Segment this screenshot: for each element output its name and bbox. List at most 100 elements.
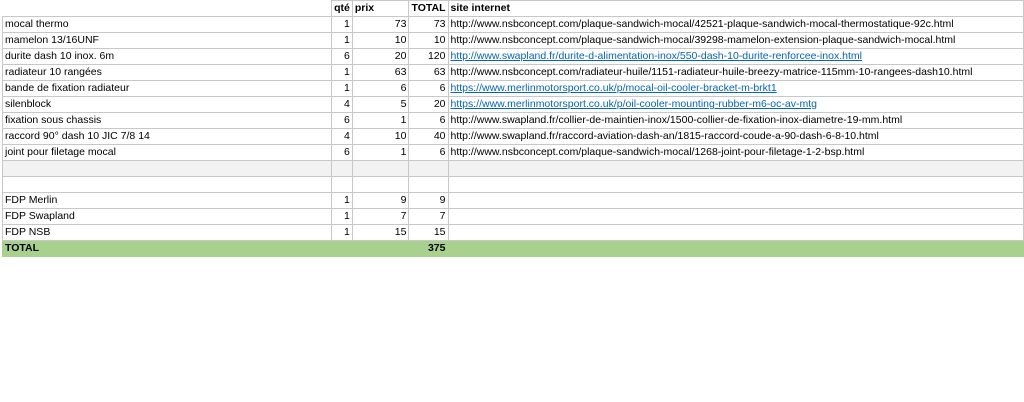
item-name-cell[interactable]: fixation sous chassis xyxy=(1,112,333,129)
empty-cell[interactable] xyxy=(351,240,410,257)
item-name-cell[interactable]: mamelon 13/16UNF xyxy=(1,32,333,49)
empty-cell[interactable] xyxy=(351,160,410,177)
table-row: raccord 90° dash 10 JIC 7/8 14 4 10 40 http:… xyxy=(1,128,1024,145)
qte-cell[interactable]: 1 xyxy=(331,80,353,97)
total-cell[interactable]: 120 xyxy=(408,48,449,65)
prix-cell[interactable]: 10 xyxy=(351,128,410,145)
prix-cell[interactable]: 5 xyxy=(351,96,410,113)
prix-cell[interactable]: 6 xyxy=(351,80,410,97)
separator-row xyxy=(1,160,1024,177)
qte-cell[interactable]: 1 xyxy=(331,224,353,241)
site-cell[interactable] xyxy=(447,224,1024,241)
qte-cell[interactable]: 1 xyxy=(331,32,353,49)
site-cell[interactable]: http://www.nsbconcept.com/plaque-sandwic… xyxy=(447,16,1024,33)
total-cell[interactable]: 9 xyxy=(408,192,449,209)
qte-cell[interactable]: 6 xyxy=(331,144,353,161)
table-row: fixation sous chassis 6 1 6 http://www.swapl… xyxy=(1,112,1024,129)
empty-cell[interactable] xyxy=(408,176,449,193)
table-row: silenblock 4 5 20 https://www.merlinmotorspo… xyxy=(1,96,1024,113)
total-cell[interactable]: 40 xyxy=(408,128,449,145)
item-name-cell[interactable]: raccord 90° dash 10 JIC 7/8 14 xyxy=(1,128,333,145)
header-cell-prix[interactable]: prix xyxy=(351,0,410,17)
total-cell[interactable]: 6 xyxy=(408,80,449,97)
total-cell[interactable]: 73 xyxy=(408,16,449,33)
grand-total-value[interactable]: 375 xyxy=(408,240,449,257)
header-cell-total[interactable]: TOTAL xyxy=(408,0,449,17)
shipping-name-cell[interactable]: FDP NSB xyxy=(1,224,333,241)
total-cell[interactable]: 15 xyxy=(408,224,449,241)
header-cell-name[interactable] xyxy=(2,0,333,17)
empty-cell[interactable] xyxy=(351,176,410,193)
empty-cell[interactable] xyxy=(447,176,1024,193)
table-row: bande de fixation radiateur 1 6 6 https://ww… xyxy=(1,80,1024,97)
total-cell[interactable]: 20 xyxy=(408,96,449,113)
header-cell-site[interactable]: site internet xyxy=(447,0,1024,17)
prix-cell[interactable]: 73 xyxy=(351,16,410,33)
qte-cell[interactable]: 1 xyxy=(331,64,353,81)
site-cell[interactable]: http://www.nsbconcept.com/plaque-sandwic… xyxy=(447,144,1024,161)
total-cell[interactable]: 6 xyxy=(408,112,449,129)
shipping-name-cell[interactable]: FDP Swapland xyxy=(1,208,333,225)
site-link[interactable]: https://www.merlinmotorsport.co.uk/p/oil… xyxy=(451,98,817,110)
table-row: durite dash 10 inox. 6m 6 20 120 http://www.… xyxy=(1,48,1024,65)
header-cell-qte[interactable]: qté xyxy=(331,0,353,17)
total-cell[interactable]: 7 xyxy=(408,208,449,225)
table-row: mamelon 13/16UNF 1 10 10 http://www.nsbconce… xyxy=(1,32,1024,49)
item-name-cell[interactable]: mocal thermo xyxy=(1,16,333,33)
shipping-row: FDP Merlin 1 9 9 xyxy=(1,192,1024,209)
qte-cell[interactable]: 1 xyxy=(331,208,353,225)
blank-row xyxy=(1,176,1024,193)
prix-cell[interactable]: 9 xyxy=(351,192,410,209)
site-link[interactable]: http://www.swapland.fr/durite-d-alimenta… xyxy=(451,50,862,62)
shipping-name-cell[interactable]: FDP Merlin xyxy=(1,192,333,209)
prix-cell[interactable]: 15 xyxy=(351,224,410,241)
shipping-row: FDP NSB 1 15 15 xyxy=(1,224,1024,241)
site-cell[interactable]: https://www.merlinmotorsport.co.uk/p/oil… xyxy=(447,96,1024,113)
empty-cell[interactable] xyxy=(447,160,1024,177)
site-link[interactable]: https://www.merlinmotorsport.co.uk/p/moc… xyxy=(451,82,777,94)
item-name-cell[interactable]: durite dash 10 inox. 6m xyxy=(1,48,333,65)
header-row: qté prix TOTAL site internet xyxy=(2,0,1024,17)
item-name-cell[interactable]: silenblock xyxy=(1,96,333,113)
empty-cell[interactable] xyxy=(1,176,333,193)
item-name-cell[interactable]: radiateur 10 rangées xyxy=(1,64,333,81)
site-cell[interactable]: http://www.swapland.fr/collier-de-mainti… xyxy=(447,112,1024,129)
empty-cell[interactable] xyxy=(331,240,353,257)
grand-total-row: TOTAL 375 xyxy=(1,240,1024,257)
total-cell[interactable]: 10 xyxy=(408,32,449,49)
empty-cell[interactable] xyxy=(1,160,333,177)
prix-cell[interactable]: 1 xyxy=(351,112,410,129)
prix-cell[interactable]: 20 xyxy=(351,48,410,65)
site-cell[interactable] xyxy=(447,208,1024,225)
empty-cell[interactable] xyxy=(447,240,1024,257)
site-cell[interactable]: http://www.swapland.fr/raccord-aviation-… xyxy=(447,128,1024,145)
site-cell[interactable]: https://www.merlinmotorsport.co.uk/p/moc… xyxy=(447,80,1024,97)
qte-cell[interactable]: 1 xyxy=(331,192,353,209)
prix-cell[interactable]: 1 xyxy=(351,144,410,161)
total-cell[interactable]: 63 xyxy=(408,64,449,81)
table-row: joint pour filetage mocal 6 1 6 http://www.n… xyxy=(1,144,1024,161)
qte-cell[interactable]: 6 xyxy=(331,112,353,129)
grand-total-label[interactable]: TOTAL xyxy=(1,240,333,257)
qte-cell[interactable]: 4 xyxy=(331,96,353,113)
empty-cell[interactable] xyxy=(331,176,353,193)
site-cell[interactable]: http://www.nsbconcept.com/plaque-sandwic… xyxy=(447,32,1024,49)
qte-cell[interactable]: 4 xyxy=(331,128,353,145)
empty-cell[interactable] xyxy=(331,160,353,177)
item-name-cell[interactable]: joint pour filetage mocal xyxy=(1,144,333,161)
site-cell[interactable]: http://www.nsbconcept.com/radiateur-huil… xyxy=(447,64,1024,81)
site-cell[interactable]: http://www.swapland.fr/durite-d-alimenta… xyxy=(447,48,1024,65)
prix-cell[interactable]: 10 xyxy=(351,32,410,49)
prix-cell[interactable]: 7 xyxy=(351,208,410,225)
table-row: mocal thermo 1 73 73 http://www.nsbconcept.c… xyxy=(1,16,1024,33)
total-cell[interactable]: 6 xyxy=(408,144,449,161)
spreadsheet-table: qté prix TOTAL site internet mocal therm… xyxy=(1,0,1024,257)
site-cell[interactable] xyxy=(447,192,1024,209)
qte-cell[interactable]: 6 xyxy=(331,48,353,65)
prix-cell[interactable]: 63 xyxy=(351,64,410,81)
qte-cell[interactable]: 1 xyxy=(331,16,353,33)
item-name-cell[interactable]: bande de fixation radiateur xyxy=(1,80,333,97)
table-row: radiateur 10 rangées 1 63 63 http://www.nsbc… xyxy=(1,64,1024,81)
shipping-row: FDP Swapland 1 7 7 xyxy=(1,208,1024,225)
empty-cell[interactable] xyxy=(408,160,449,177)
